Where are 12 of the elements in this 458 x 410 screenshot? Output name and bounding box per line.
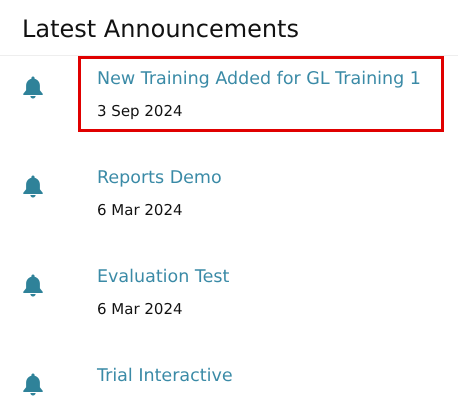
bell-icon: [22, 76, 44, 100]
announcement-link[interactable]: New Training Added for GL Training 1: [97, 68, 421, 91]
bell-icon: [22, 274, 44, 298]
announcement-link[interactable]: Reports Demo: [97, 167, 222, 190]
announcement-link[interactable]: Trial Interactive: [97, 365, 233, 388]
announcement-date: 6 Mar 2024: [97, 300, 183, 320]
bell-icon: [22, 175, 44, 198]
announcement-link[interactable]: Evaluation Test: [97, 266, 230, 289]
bell-icon: [22, 373, 44, 396]
announcement-date: 6 Mar 2024: [97, 201, 183, 221]
section-title: Latest Announcements: [0, 0, 458, 56]
announcement-date: 3 Sep 2024: [97, 102, 183, 122]
